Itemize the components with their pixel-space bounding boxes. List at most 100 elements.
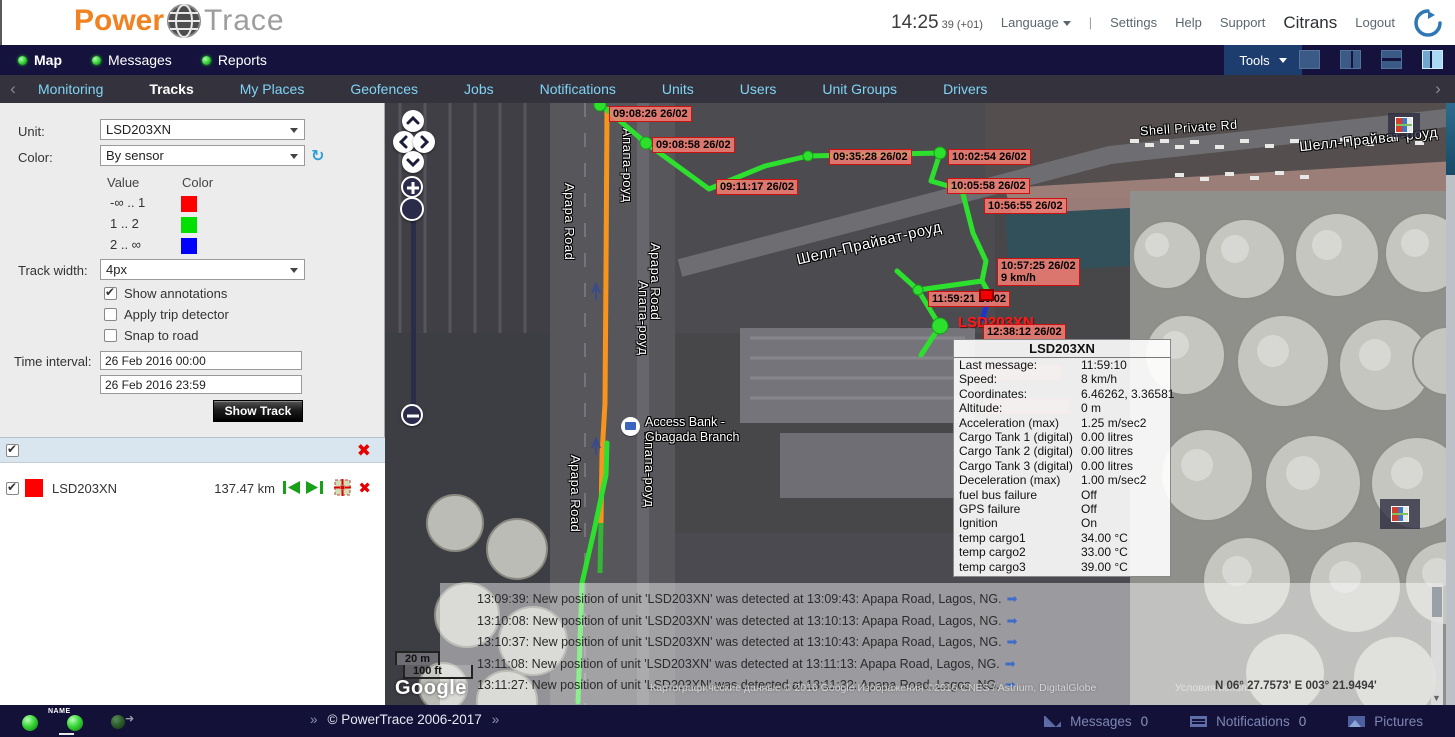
zoom-slider-track[interactable] — [411, 198, 416, 420]
zoom-in-button[interactable] — [401, 176, 423, 198]
unit-position-marker[interactable] — [979, 289, 994, 301]
log-goto-arrow-icon[interactable]: ➡ — [1007, 591, 1018, 606]
settings-link[interactable]: Settings — [1110, 15, 1157, 30]
track-annotation: 10:05:58 26/02 — [947, 178, 1030, 194]
log-goto-arrow-icon[interactable]: ➡ — [1007, 613, 1018, 628]
subnav-item-geofences[interactable]: Geofences — [350, 81, 418, 97]
map-canvas[interactable]: Shell Private Rd Шелл-Прайват-роуд Шелл-… — [385, 103, 1455, 705]
logout-link[interactable]: Logout — [1355, 15, 1395, 30]
checkbox[interactable] — [104, 308, 117, 321]
track-list-header: ✖ — [0, 437, 385, 463]
layout-split-vertical-icon[interactable] — [1340, 50, 1361, 69]
show-track-button[interactable]: Show Track — [213, 400, 303, 422]
subnav-item-jobs[interactable]: Jobs — [464, 81, 494, 97]
globe-icon — [166, 2, 202, 40]
scale-meters: 20 m — [395, 651, 440, 665]
layout-sidebar-map-icon[interactable] — [1422, 50, 1443, 69]
log-goto-arrow-icon[interactable]: ➡ — [1007, 634, 1018, 649]
unit-select[interactable]: LSD203XN — [100, 119, 305, 140]
support-link[interactable]: Support — [1220, 15, 1266, 30]
tooltip-title: LSD203XN — [954, 340, 1170, 358]
status-led-icon — [22, 715, 38, 731]
zoom-out-button[interactable] — [401, 404, 423, 426]
brand-trace-text: Trace — [204, 4, 285, 38]
track-width-select[interactable]: 4px — [100, 259, 305, 280]
chevron-right-icon[interactable]: » — [310, 712, 318, 727]
go-to-track-end-icon[interactable] — [306, 480, 323, 495]
log-scroll-down-icon[interactable]: ▼ — [1432, 693, 1441, 703]
mini-map-icon[interactable] — [1380, 499, 1420, 529]
tools-menu[interactable]: Tools — [1224, 45, 1302, 75]
footer-pictures[interactable]: Pictures — [1348, 714, 1423, 729]
green-dot-icon — [18, 56, 27, 65]
log-scrollbar-thumb[interactable] — [1432, 587, 1442, 617]
subnav-item-tracks[interactable]: Tracks — [149, 81, 193, 97]
layout-switcher — [1299, 50, 1443, 69]
language-menu[interactable]: Language — [1001, 15, 1071, 30]
color-select[interactable]: By sensor — [100, 145, 305, 166]
track-annotation: 09:08:26 26/02 — [609, 106, 692, 122]
select-all-checkbox[interactable] — [6, 444, 19, 457]
focus-track-icon[interactable] — [334, 479, 351, 496]
tooltip-row: Last message:11:59:10 — [954, 358, 1170, 372]
tooltip-row: Cargo Tank 1 (digital)0.00 litres — [954, 430, 1170, 444]
option-show-annotations[interactable]: Show annotations — [104, 286, 227, 301]
footer-messages[interactable]: Messages0 — [1044, 714, 1148, 729]
log-scrollbar[interactable]: ▼ — [1431, 583, 1443, 705]
subnav-item-my-places[interactable]: My Places — [240, 81, 305, 97]
checkbox[interactable] — [104, 287, 117, 300]
layout-split-horizontal-icon[interactable] — [1381, 50, 1402, 69]
caret-down-icon — [1279, 58, 1287, 63]
account-name[interactable]: Citrans — [1283, 13, 1337, 33]
tooltip-row: temp cargo339.00 °C — [954, 560, 1170, 574]
track-visible-checkbox[interactable] — [6, 482, 19, 495]
option-snap-to-road[interactable]: Snap to road — [104, 328, 198, 343]
help-link[interactable]: Help — [1175, 15, 1202, 30]
zoom-slider-knob[interactable] — [400, 197, 424, 221]
remove-track-icon[interactable]: ✖ — [358, 479, 371, 497]
sub-nav: ‹ Monitoring Tracks My Places Geofences Jobs… — [0, 75, 1455, 103]
brand-logo: Power Trace — [74, 2, 285, 40]
go-to-track-start-icon[interactable] — [283, 480, 300, 495]
track-annotation: 10:56:55 26/02 — [984, 198, 1067, 214]
option-apply-trip-detector[interactable]: Apply trip detector — [104, 307, 229, 322]
checkbox[interactable] — [104, 329, 117, 342]
pan-left-button[interactable] — [393, 131, 415, 153]
pan-right-button[interactable] — [413, 131, 435, 153]
subnav-item-drivers[interactable]: Drivers — [943, 81, 987, 97]
nav-tab-map[interactable]: Map — [18, 52, 62, 68]
subnav-scroll-right-icon[interactable]: › — [1425, 79, 1451, 99]
time-interval-label: Time interval: — [14, 354, 92, 369]
nav-tab-reports[interactable]: Reports — [202, 52, 267, 68]
google-logo: Google — [395, 677, 473, 700]
layout-single-icon[interactable] — [1299, 50, 1320, 69]
remove-all-tracks-icon[interactable]: ✖ — [357, 441, 371, 461]
time-from-input[interactable] — [100, 351, 302, 370]
subnav-items: Monitoring Tracks My Places Geofences Jobs No… — [38, 81, 1033, 97]
nav-tab-messages[interactable]: Messages — [92, 52, 172, 68]
pan-up-button[interactable] — [402, 110, 424, 132]
track-annotation: 12:38:12 26/02 — [983, 324, 1066, 340]
pan-down-button[interactable] — [402, 151, 424, 173]
value-column-header: Value — [107, 175, 139, 190]
top-header: Power Trace 14:2539 (+01) Language | Set… — [0, 0, 1455, 45]
subnav-item-notifications[interactable]: Notifications — [540, 81, 616, 97]
subnav-item-unit-groups[interactable]: Unit Groups — [822, 81, 897, 97]
refresh-icon[interactable]: ↻ — [311, 146, 324, 166]
pictures-icon — [1348, 716, 1365, 727]
messages-icon — [1044, 716, 1061, 727]
subnav-item-monitoring[interactable]: Monitoring — [38, 81, 103, 97]
color-label: Color: — [18, 150, 53, 165]
log-goto-arrow-icon[interactable]: ➡ — [1005, 656, 1016, 671]
checkbox-label: Snap to road — [124, 328, 198, 343]
company-logo-icon — [1413, 8, 1443, 38]
chevron-right-icon[interactable]: » — [492, 712, 500, 727]
subnav-item-users[interactable]: Users — [740, 81, 777, 97]
subnav-scroll-left-icon[interactable]: ‹ — [0, 79, 26, 99]
bank-poi-label: Access Bank -Gbagada Branch — [645, 415, 740, 445]
subnav-item-units[interactable]: Units — [662, 81, 694, 97]
footer-notifications[interactable]: Notifications0 — [1190, 714, 1306, 729]
tooltip-row: Cargo Tank 3 (digital)0.00 litres — [954, 459, 1170, 473]
map-layers-icon[interactable] — [1388, 113, 1420, 137]
time-to-input[interactable] — [100, 375, 302, 394]
